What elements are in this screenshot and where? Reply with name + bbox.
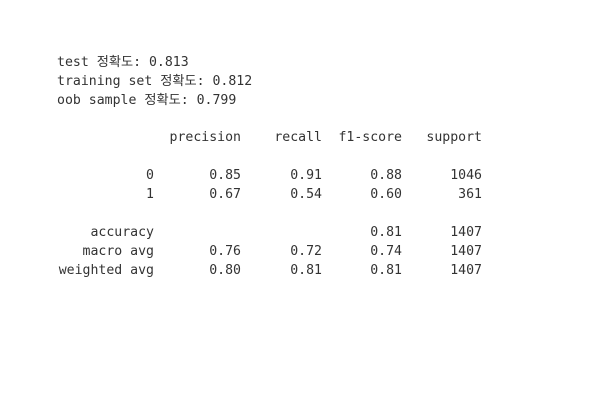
row-support: 1407 bbox=[450, 225, 482, 240]
report-row-weighted-avg: weighted avg 0.80 0.81 0.81 1407 bbox=[57, 263, 497, 282]
header-precision: precision bbox=[169, 130, 241, 145]
header-support: support bbox=[426, 130, 482, 145]
report-row-accuracy: accuracy 0.81 1407 bbox=[57, 225, 497, 244]
header-recall: recall bbox=[274, 130, 322, 145]
row-precision: 0.67 bbox=[209, 187, 241, 202]
training-accuracy-line: training set 정확도: 0.812 bbox=[57, 74, 253, 89]
row-label: weighted avg bbox=[58, 263, 154, 278]
notebook-output: test 정확도: 0.813 training set 정확도: 0.812 … bbox=[57, 53, 252, 110]
row-f1: 0.74 bbox=[370, 244, 402, 259]
row-recall: 0.91 bbox=[290, 168, 322, 183]
row-precision: 0.85 bbox=[209, 168, 241, 183]
row-f1: 0.81 bbox=[370, 225, 402, 240]
report-header-row: precision recall f1-score support bbox=[57, 130, 497, 149]
row-label: 1 bbox=[146, 187, 154, 202]
row-label: macro avg bbox=[82, 244, 154, 259]
row-label: accuracy bbox=[90, 225, 154, 240]
report-row-class-1: 1 0.67 0.54 0.60 361 bbox=[57, 187, 497, 206]
row-f1: 0.81 bbox=[370, 263, 402, 278]
row-precision: 0.80 bbox=[209, 263, 241, 278]
report-row-class-0: 0 0.85 0.91 0.88 1046 bbox=[57, 168, 497, 187]
row-f1: 0.88 bbox=[370, 168, 402, 183]
row-support: 1407 bbox=[450, 263, 482, 278]
row-support: 361 bbox=[458, 187, 482, 202]
row-recall: 0.72 bbox=[290, 244, 322, 259]
row-support: 1407 bbox=[450, 244, 482, 259]
oob-accuracy-line: oob sample 정확도: 0.799 bbox=[57, 93, 237, 108]
header-f1-score: f1-score bbox=[338, 130, 402, 145]
row-recall: 0.54 bbox=[290, 187, 322, 202]
row-precision: 0.76 bbox=[209, 244, 241, 259]
row-label: 0 bbox=[146, 168, 154, 183]
row-f1: 0.60 bbox=[370, 187, 402, 202]
row-support: 1046 bbox=[450, 168, 482, 183]
report-row-macro-avg: macro avg 0.76 0.72 0.74 1407 bbox=[57, 244, 497, 263]
test-accuracy-line: test 정확도: 0.813 bbox=[57, 55, 189, 70]
row-recall: 0.81 bbox=[290, 263, 322, 278]
classification-report: precision recall f1-score support 0 0.85… bbox=[57, 130, 497, 282]
